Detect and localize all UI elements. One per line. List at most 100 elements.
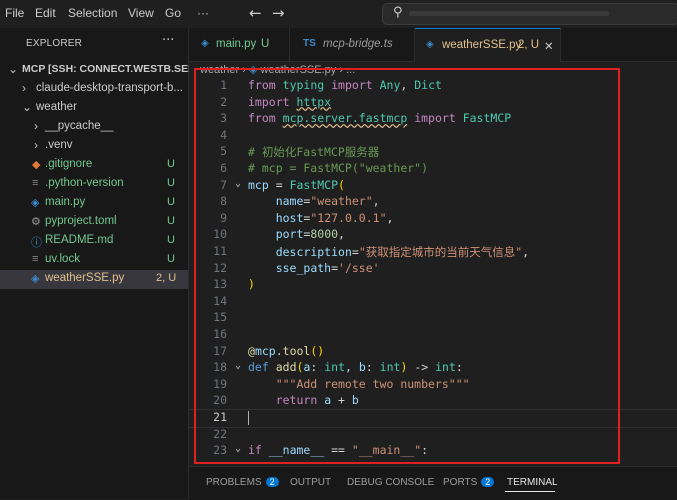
line-number: 16 — [213, 327, 227, 341]
code-text: def add(a: int, b: int) -> int: — [248, 360, 463, 375]
explorer-more-button[interactable]: ··· — [162, 33, 174, 48]
tab-problems[interactable]: PROBLEMS 2 — [206, 477, 279, 488]
menu-more[interactable]: ··· — [197, 6, 209, 20]
line-number: 17 — [213, 343, 227, 358]
chevron-down-icon[interactable]: ⌄ — [235, 360, 241, 371]
code-text: # 初始化FastMCP服务器 — [248, 145, 380, 160]
chevron-down-icon[interactable]: ⌄ — [235, 443, 241, 454]
forward-arrow-icon[interactable]: → — [272, 4, 285, 22]
menu-view[interactable]: View — [128, 6, 154, 20]
line-number: 12 — [213, 260, 227, 275]
tree-item-label: weatherSSE.py — [45, 272, 125, 284]
line-number: 23 — [213, 443, 227, 458]
tree-item-weather[interactable]: ⌄ weather — [0, 99, 188, 118]
tree-item-label: main.py — [45, 196, 86, 208]
code-text: return a + b — [275, 393, 359, 408]
code-text: from typing import Any, Dict — [248, 78, 442, 92]
tab-ports[interactable]: PORTS 2 — [443, 477, 495, 488]
tree-item-label: __pycache__ — [45, 120, 114, 132]
file-icon: ≡ — [32, 253, 39, 265]
code-text: port=8000, — [275, 227, 345, 242]
code-line: 15 — [189, 310, 677, 327]
menu-edit[interactable]: Edit — [35, 6, 56, 20]
code-text: if __name__ == "__main__": — [248, 443, 429, 458]
tree-item-main-py[interactable]: ◈ main.py U — [0, 194, 188, 213]
workspace-root-label: MCP [SSH: CONNECT.WESTB.SEET... — [22, 63, 210, 75]
line-number: 19 — [213, 376, 227, 391]
code-line: 18 ⌄ def add(a: int, b: int) -> int: — [189, 360, 677, 377]
tab-debug-console[interactable]: DEBUG CONSOLE — [347, 477, 434, 488]
chevron-down-icon[interactable]: ⌄ — [235, 178, 241, 189]
line-number: 7 — [220, 177, 227, 192]
close-icon[interactable]: ✕ — [544, 39, 554, 53]
line-number: 21 — [213, 410, 227, 424]
tree-item-label: weather — [36, 101, 77, 113]
code-line: 19 """Add remote two numbers""" — [189, 377, 677, 394]
file-icon: ≡ — [32, 177, 39, 189]
untracked-badge: U — [167, 158, 175, 170]
tree-item-weathersse[interactable]: ◈ weatherSSE.py 2, U — [0, 270, 188, 289]
tab-weathersse[interactable]: ◈ weatherSSE.py 2, U ✕ — [415, 28, 561, 62]
git-file-icon: ◆ — [32, 159, 41, 171]
problem-badge: 2, U — [156, 272, 177, 284]
code-line: 10 port=8000, — [189, 227, 677, 244]
tab-mcp-bridge[interactable]: TS mcp-bridge.ts — [290, 28, 415, 61]
line-number: 20 — [213, 393, 227, 408]
info-icon: ⓘ — [31, 237, 42, 249]
breadcrumb-folder[interactable]: weather — [200, 64, 239, 76]
line-number: 9 — [220, 210, 227, 225]
tab-label: main.py — [216, 38, 257, 50]
code-text: description="获取指定城市的当前天气信息", — [275, 245, 530, 259]
python-icon: ◈ — [31, 273, 40, 285]
command-center-search[interactable]: ⚲ — [382, 3, 677, 25]
line-number: 8 — [220, 194, 227, 209]
tree-item-label: .gitignore — [45, 158, 93, 170]
line-number: 15 — [213, 310, 227, 325]
tree-item-label: uv.lock — [45, 253, 80, 265]
code-line: 1 from typing import Any, Dict — [189, 78, 677, 95]
code-editor[interactable]: weather › ◈ weatherSSE.py › ... 1 from ty… — [188, 62, 677, 466]
tree-item-venv[interactable]: › .venv — [0, 137, 188, 156]
menu-go[interactable]: Go — [165, 6, 181, 20]
code-text: from mcp.server.fastmcp import FastMCP — [248, 111, 512, 126]
tree-item-pycache[interactable]: › __pycache__ — [0, 118, 188, 137]
menu-selection[interactable]: Selection — [68, 6, 117, 20]
tree-item-label: README.md — [45, 234, 114, 246]
code-line: 14 — [189, 294, 677, 311]
explorer-title: EXPLORER — [26, 38, 83, 49]
chevron-right-icon: › — [242, 64, 249, 76]
tree-item-python-version[interactable]: ≡ .python-version U — [0, 175, 188, 194]
tree-item-gitignore[interactable]: ◆ .gitignore U — [0, 156, 188, 175]
breadcrumb-file[interactable]: weatherSSE.py — [260, 64, 336, 76]
breadcrumb: weather › ◈ weatherSSE.py › ... — [200, 63, 355, 76]
code-line: 17 @mcp.tool() — [189, 344, 677, 361]
line-number: 4 — [220, 127, 227, 142]
tree-item-uv-lock[interactable]: ≡ uv.lock U — [0, 251, 188, 270]
untracked-badge: U — [167, 234, 175, 246]
workspace-root[interactable]: ⌄ MCP [SSH: CONNECT.WESTB.SEET... — [0, 61, 209, 80]
code-line: 11 description="获取指定城市的当前天气信息", — [189, 244, 677, 261]
breadcrumb-rest[interactable]: ... — [346, 64, 355, 76]
chevron-down-icon: ⌄ — [22, 100, 33, 114]
back-arrow-icon[interactable]: ← — [249, 4, 262, 22]
tab-terminal[interactable]: TERMINAL — [507, 477, 558, 488]
line-number: 3 — [220, 111, 227, 126]
tab-label: mcp-bridge.ts — [323, 38, 393, 50]
problems-count-badge: 2 — [265, 477, 279, 487]
tree-item-claude-desktop[interactable]: › claude-desktop-transport-b... — [0, 80, 188, 99]
tree-item-readme[interactable]: ⓘ README.md U — [0, 232, 188, 251]
line-number: 13 — [213, 277, 227, 292]
line-number: 5 — [220, 144, 227, 159]
python-icon: ◈ — [31, 197, 40, 209]
tab-output[interactable]: OUTPUT — [290, 477, 331, 488]
untracked-badge: U — [167, 253, 175, 265]
tab-problems-label: PROBLEMS — [206, 477, 262, 488]
tree-item-pyproject[interactable]: ⚙ pyproject.toml U — [0, 213, 188, 232]
tab-main-py[interactable]: ◈ main.py U — [189, 28, 290, 61]
panel-tab-bar: PROBLEMS 2 OUTPUT DEBUG CONSOLE PORTS 2 TE… — [189, 466, 677, 500]
python-icon: ◈ — [201, 38, 209, 49]
code-line: 3 from mcp.server.fastmcp import FastMCP — [189, 111, 677, 128]
menu-file[interactable]: File — [5, 6, 24, 20]
chevron-right-icon: › — [34, 119, 38, 133]
explorer-sidebar: EXPLORER ··· ⌄ MCP [SSH: CONNECT.WESTB.S… — [0, 28, 209, 499]
